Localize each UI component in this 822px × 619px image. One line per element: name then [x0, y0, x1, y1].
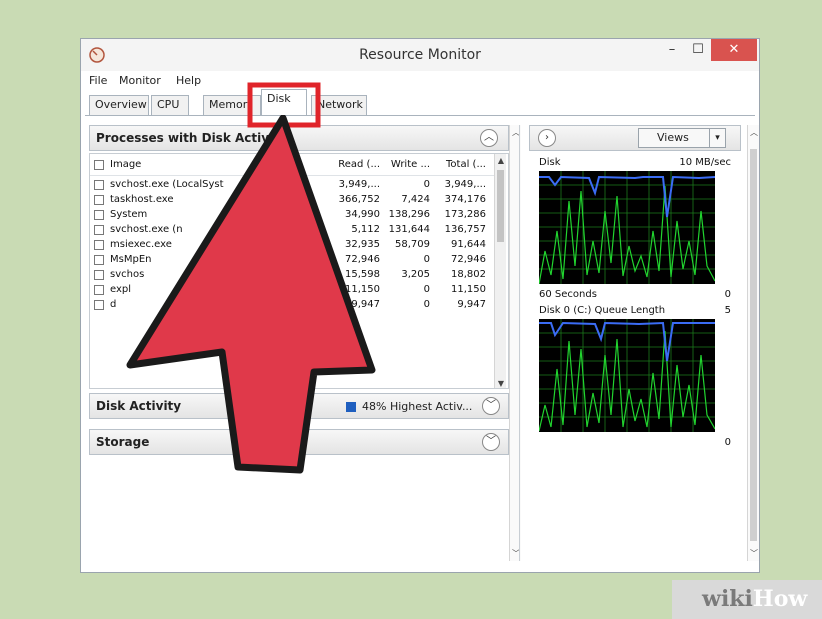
red-arrow-icon: [126, 114, 376, 474]
wikihow-watermark: wikiHow: [672, 580, 822, 619]
watermark-how: How: [752, 586, 808, 612]
pointer-overlay: [126, 82, 376, 474]
tab-disk[interactable]: Disk: [261, 89, 307, 115]
watermark-wiki: wiki: [702, 586, 753, 612]
